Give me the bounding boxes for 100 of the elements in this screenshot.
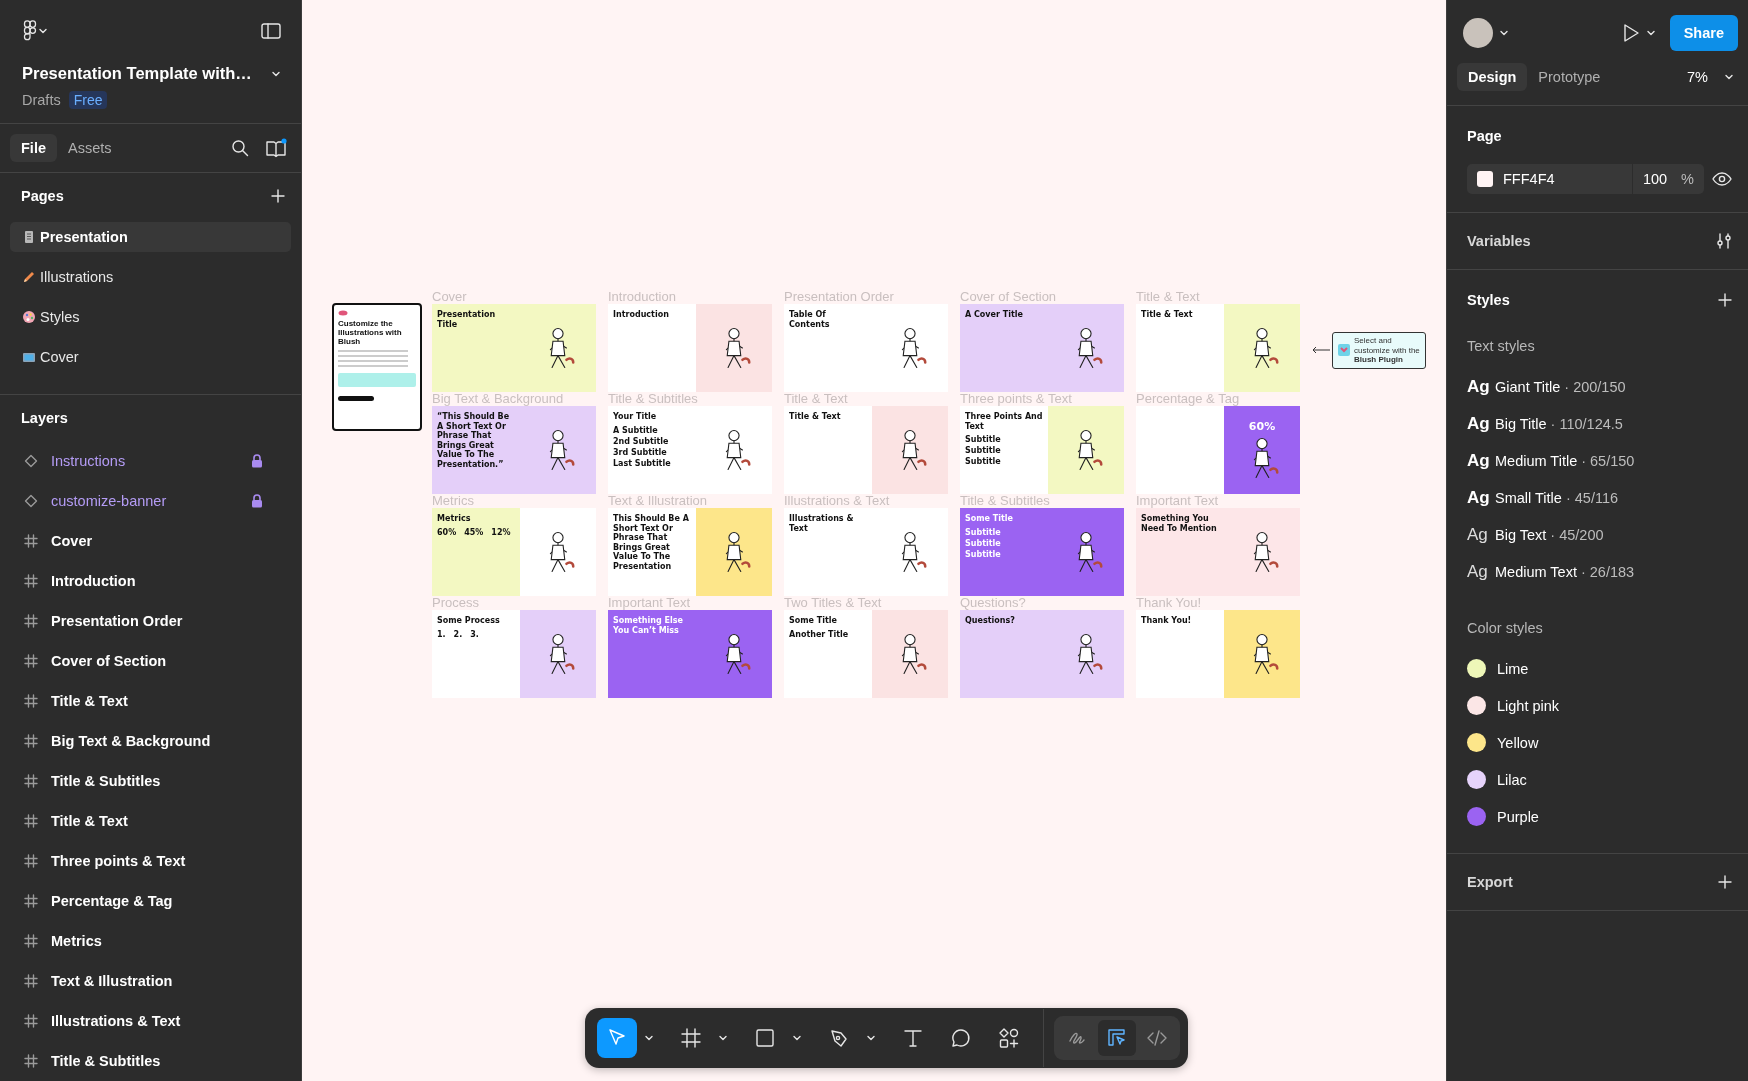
slide-thumbnail[interactable]: “This Should Be A Short Text Or Phrase That Brings Great Value To The Presentation.”: [432, 406, 596, 494]
slide-subtitle: 1.: [437, 629, 446, 639]
layer-item[interactable]: Presentation Order: [0, 601, 301, 641]
page-item[interactable]: Cover: [10, 341, 291, 372]
slide-thumbnail[interactable]: Title & Text: [1136, 304, 1300, 392]
slide-thumbnail[interactable]: This Should Be A Short Text Or Phrase That Brings Great Value To The Presentation: [608, 508, 772, 596]
banner-text: Select and customize with the Blush Plugin: [1354, 336, 1420, 365]
zoom-level[interactable]: 7%: [1687, 69, 1708, 85]
slide-thumbnail[interactable]: Presentation Title: [432, 304, 596, 392]
page-item[interactable]: Presentation: [10, 221, 291, 252]
section-title: Pages: [21, 188, 64, 205]
slide-title: Some Process: [437, 616, 501, 626]
layer-item[interactable]: Cover: [0, 521, 301, 561]
file-title[interactable]: Presentation Template with…: [22, 64, 252, 83]
slide-thumbnail[interactable]: Questions?: [960, 610, 1124, 698]
page-label: Cover: [40, 348, 79, 365]
color-style-item[interactable]: Purple: [1467, 798, 1732, 835]
slide-thumbnail[interactable]: Something Else You Can’t Miss: [608, 610, 772, 698]
page-label: Illustrations: [40, 268, 114, 285]
style-spec: · 200/150: [1564, 378, 1626, 395]
layer-item[interactable]: Text & Illustration: [0, 961, 301, 1001]
slide-thumbnail[interactable]: Table Of Contents: [784, 304, 948, 392]
slide-thumbnail[interactable]: Some Title Subtitle Subtitle Subtitle: [960, 508, 1124, 596]
layer-label: Three points & Text: [51, 853, 187, 869]
layer-item[interactable]: Big Text & Background: [0, 721, 301, 761]
layer-item[interactable]: Title & Text: [0, 801, 301, 841]
color-style-item[interactable]: Yellow: [1467, 724, 1732, 761]
layer-item[interactable]: Metrics: [0, 921, 301, 961]
layer-item[interactable]: customize-banner: [0, 481, 301, 521]
slide-subtitle: 60%: [437, 527, 457, 537]
slide-thumbnail[interactable]: Title & Text: [784, 406, 948, 494]
color-field[interactable]: FFF4F4 100 %: [1467, 164, 1704, 194]
slide-thumbnail[interactable]: 60%: [1136, 406, 1300, 494]
slide-thumbnail[interactable]: Some Process 1. 2. 3.: [432, 610, 596, 698]
type-sample: Ag: [1467, 524, 1489, 545]
slide-thumbnail[interactable]: Thank You!: [1136, 610, 1300, 698]
slide-thumbnail[interactable]: Illustrations & Text: [784, 508, 948, 596]
color-style-item[interactable]: Lilac: [1467, 761, 1732, 798]
slide-title: Some Title: [789, 616, 838, 626]
layer-label: Title & Text: [51, 813, 129, 829]
slide-title: Title & Text: [789, 412, 842, 422]
layer-label: Instructions: [51, 453, 127, 469]
text-style-item[interactable]: Ag Big Text · 45/200: [1467, 516, 1732, 553]
layer-item[interactable]: Percentage & Tag: [0, 881, 301, 921]
section-title: Export: [1467, 874, 1513, 890]
slide-thumbnail[interactable]: Three Points And Text Subtitle Subtitle Subtitle: [960, 406, 1124, 494]
slide-thumbnail[interactable]: Introduction: [608, 304, 772, 392]
layer-label: Big Text & Background: [51, 733, 212, 749]
slide-thumbnail[interactable]: Metrics 60% 45% 12%: [432, 508, 596, 596]
slide-title: Presentation Title: [437, 310, 497, 330]
slide-title: Metrics: [437, 514, 472, 524]
text-style-item[interactable]: Ag Medium Text · 26/183: [1467, 553, 1732, 590]
color-style-item[interactable]: Light pink: [1467, 687, 1732, 724]
group-title: Color styles: [1467, 620, 1544, 636]
layer-label: Title & Subtitles: [51, 773, 162, 789]
slide-thumbnail[interactable]: Some Title Another Title: [784, 610, 948, 698]
style-spec: · 110/124.5: [1550, 415, 1623, 432]
panel-tab[interactable]: Prototype: [1527, 63, 1612, 91]
slide-title: Something Else You Can’t Miss: [613, 616, 684, 636]
layer-item[interactable]: Illustrations & Text: [0, 1001, 301, 1041]
layer-item[interactable]: Introduction: [0, 561, 301, 601]
style-name: Small Title: [1495, 489, 1562, 506]
customize-banner[interactable]: Select and customize with the Blush Plugin: [1332, 332, 1426, 369]
slide-subtitle: Subtitle: [965, 457, 1001, 467]
slide-thumbnail[interactable]: Something You Need To Mention: [1136, 508, 1300, 596]
style-name: Lime: [1497, 660, 1529, 677]
slide-thumbnail[interactable]: A Cover Title: [960, 304, 1124, 392]
style-spec: · 65/150: [1581, 452, 1635, 469]
panel-tab[interactable]: File: [10, 134, 57, 163]
section-title: Page: [1467, 128, 1503, 144]
slide-thumbnail[interactable]: Your Title A Subtitle 2nd Subtitle 3rd Subtitle Last Subtitle: [608, 406, 772, 494]
layer-item[interactable]: Three points & Text: [0, 841, 301, 881]
layer-item[interactable]: Title & Subtitles: [0, 1041, 301, 1081]
layer-item[interactable]: Cover of Section: [0, 641, 301, 681]
location-label[interactable]: Drafts: [22, 92, 61, 108]
page-item[interactable]: Styles: [10, 301, 291, 332]
layer-item[interactable]: Title & Text: [0, 681, 301, 721]
slide-subtitle: 3.: [470, 629, 479, 639]
layer-label: Title & Subtitles: [51, 1053, 162, 1069]
layer-item[interactable]: Title & Subtitles: [0, 761, 301, 801]
panel-tab[interactable]: Design: [1457, 63, 1528, 91]
style-name: Big Text: [1495, 526, 1547, 543]
style-spec: · 45/200: [1550, 526, 1604, 543]
text-style-item[interactable]: Ag Medium Title · 65/150: [1467, 442, 1732, 479]
slide-subtitle: 45%: [464, 527, 484, 537]
layer-label: Text & Illustration: [51, 973, 174, 989]
color-style-item[interactable]: Lime: [1467, 650, 1732, 687]
style-name: Medium Text: [1495, 563, 1577, 580]
page-label: Presentation: [40, 228, 128, 245]
style-name: Big Title: [1495, 415, 1547, 432]
text-style-item[interactable]: Ag Small Title · 45/116: [1467, 479, 1732, 516]
page-item[interactable]: Illustrations: [10, 261, 291, 292]
slide-subtitle: Subtitle: [965, 538, 1001, 548]
layer-item[interactable]: Instructions: [0, 441, 301, 481]
slide-title: Title & Text: [1141, 310, 1194, 320]
text-style-item[interactable]: Ag Giant Title · 200/150: [1467, 368, 1732, 405]
layer-label: customize-banner: [51, 493, 168, 509]
panel-tab[interactable]: Assets: [57, 134, 123, 163]
text-style-item[interactable]: Ag Big Title · 110/124.5: [1467, 405, 1732, 442]
style-name: Lilac: [1497, 771, 1527, 788]
